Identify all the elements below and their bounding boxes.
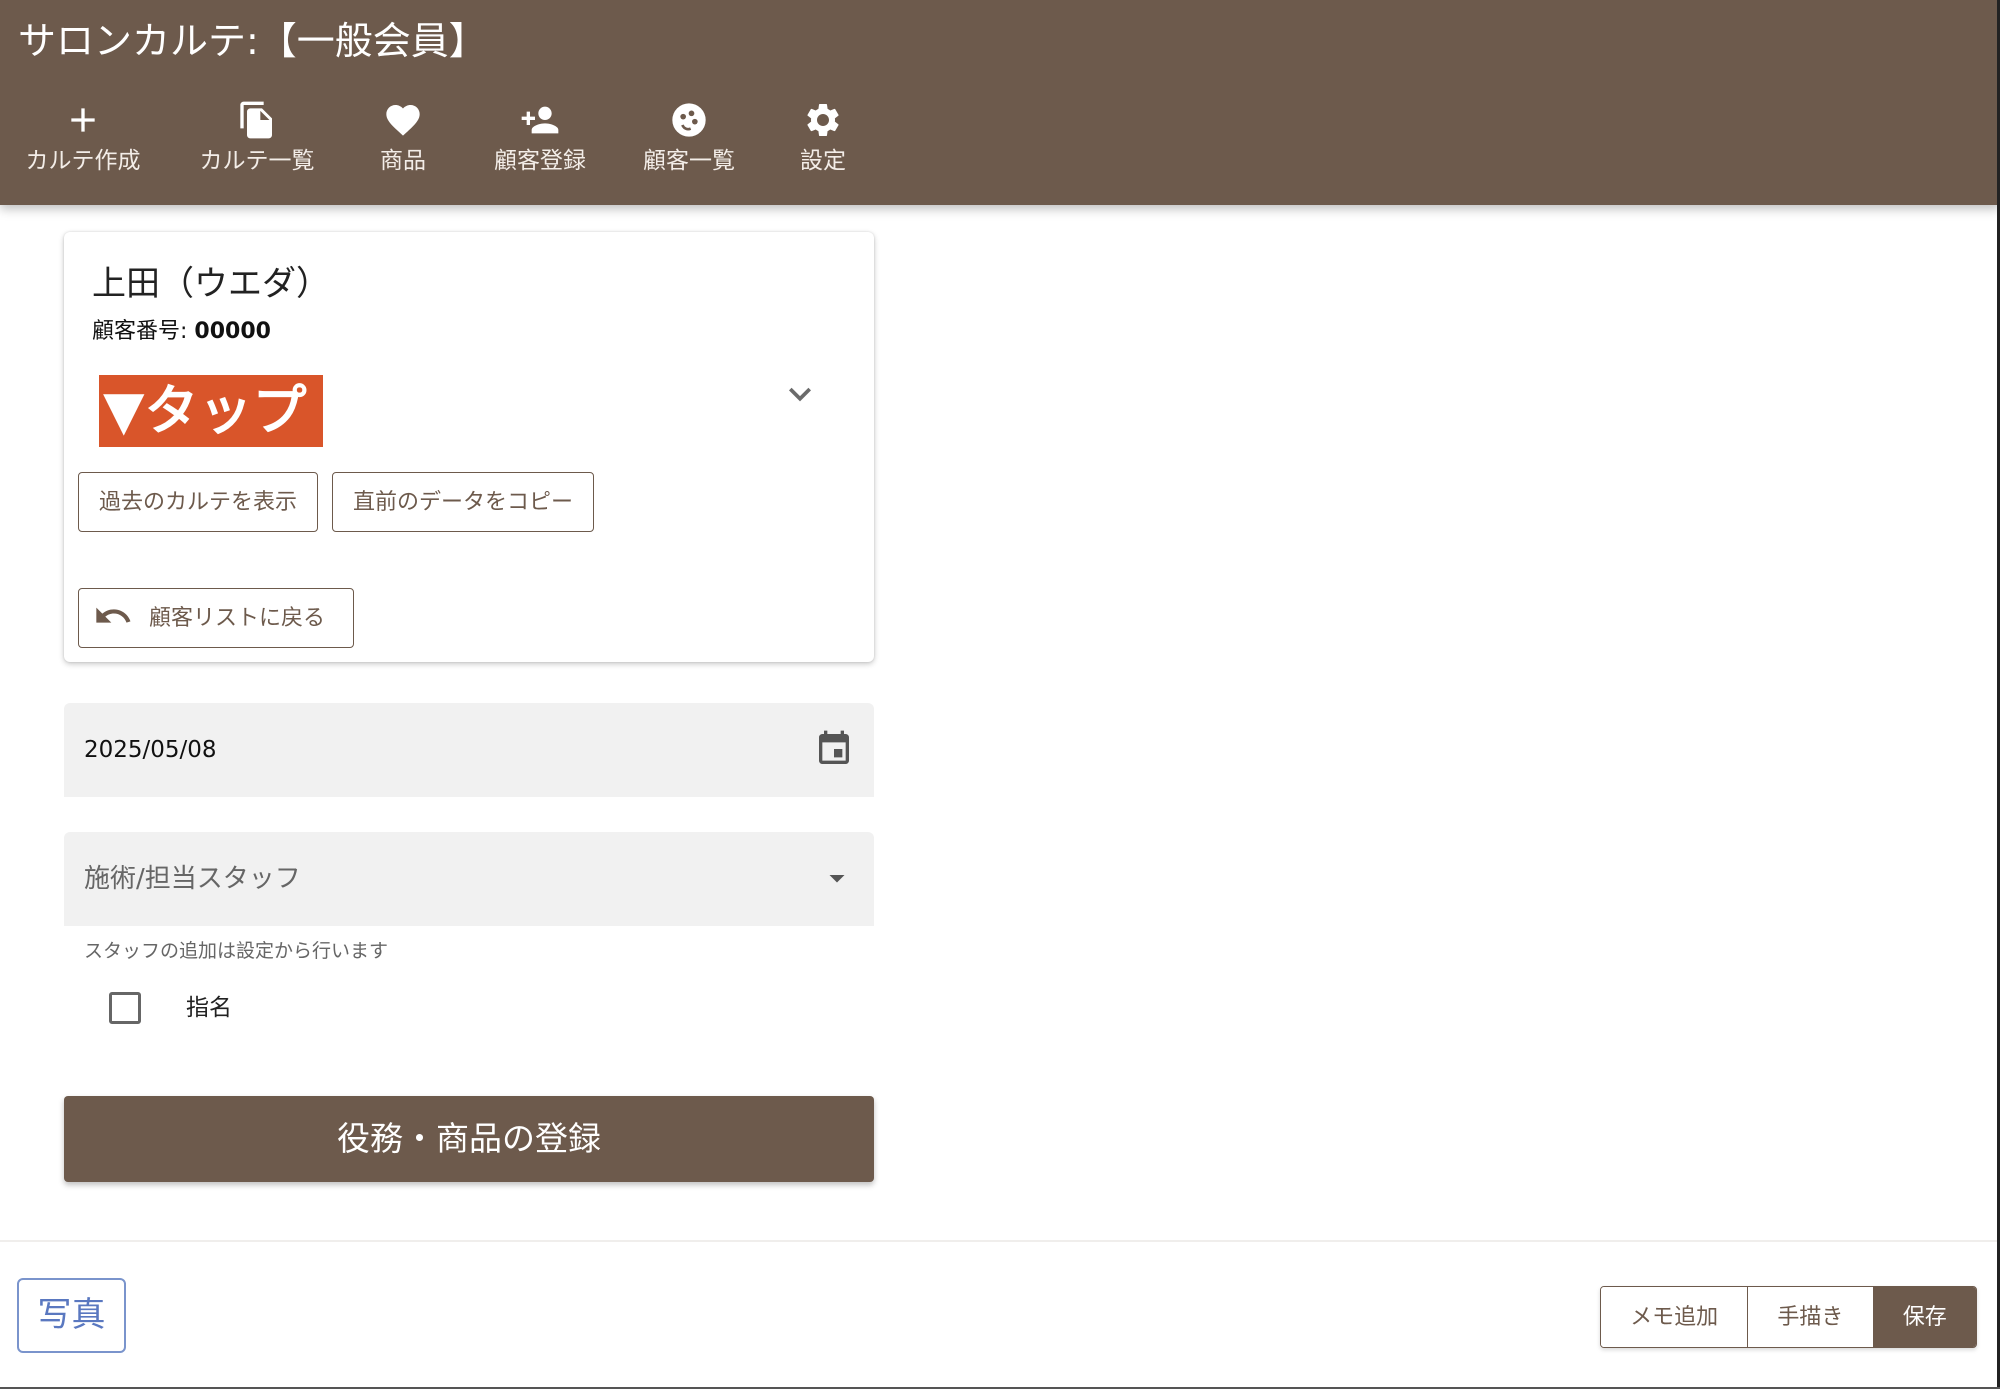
customer-name: 上田（ウエダ） [92, 264, 330, 304]
calendar-icon[interactable] [814, 729, 854, 769]
customer-number: 顧客番号: 00000 [92, 316, 271, 348]
copy-icon [240, 101, 272, 139]
nav-label: 商品 [380, 148, 426, 174]
copy-previous-data-button[interactable]: 直前のデータをコピー [332, 472, 594, 532]
staff-select-placeholder: 施術/担当スタッフ [84, 864, 301, 894]
app-title: サロンカルテ:【一般会員】 [18, 19, 487, 63]
register-service-product-button[interactable]: 役務・商品の登録 [64, 1096, 874, 1182]
tap-hint-badge: ▼タップ [99, 375, 323, 447]
nav-karte-list[interactable]: カルテ一覧 [196, 100, 318, 190]
bottom-toolbar: 写真 メモ追加 手描き 保存 [0, 1240, 2000, 1389]
show-past-karte-button[interactable]: 過去のカルテを表示 [78, 472, 318, 532]
nav-label: カルテ作成 [25, 148, 141, 174]
add-memo-button[interactable]: メモ追加 [1601, 1287, 1749, 1347]
customer-card: 上田（ウエダ） 顧客番号: 00000 ▼タップ 過去のカルテを表示 直前のデー… [64, 232, 874, 662]
date-field[interactable]: 2025/05/08 [64, 703, 874, 797]
handwriting-button[interactable]: 手描き [1748, 1287, 1874, 1347]
action-button-group: メモ追加 手描き 保存 [1600, 1286, 1977, 1348]
nav-products[interactable]: 商品 [363, 100, 443, 190]
staff-select[interactable]: 施術/担当スタッフ [64, 832, 874, 926]
plus-icon [71, 108, 95, 132]
nav-label: 設定 [800, 148, 846, 174]
undo-icon [96, 607, 131, 623]
back-button-label: 顧客リストに戻る [149, 605, 326, 631]
dropdown-arrow-icon [829, 875, 845, 883]
save-button[interactable]: 保存 [1873, 1287, 1976, 1347]
nav-label: カルテ一覧 [199, 148, 315, 174]
app-bar: サロンカルテ:【一般会員】 カルテ作成 カルテ一覧 商品 顧客登録 顧客一覧 設… [0, 0, 2000, 205]
nav-create-karte[interactable]: カルテ作成 [22, 100, 144, 190]
nomination-checkbox[interactable] [109, 992, 141, 1024]
heart-icon [386, 105, 420, 136]
nav-settings[interactable]: 設定 [783, 100, 863, 190]
customer-number-value: 00000 [194, 319, 271, 344]
person-add-icon [521, 106, 559, 134]
nav-customer-list[interactable]: 顧客一覧 [639, 100, 739, 190]
nav-label: 顧客一覧 [643, 148, 735, 174]
nav-customer-register[interactable]: 顧客登録 [490, 100, 590, 190]
main-nav: カルテ作成 カルテ一覧 商品 顧客登録 顧客一覧 設定 [0, 100, 1000, 190]
nomination-label: 指名 [186, 995, 232, 1021]
staff-helper-text: スタッフの追加は設定から行います [84, 940, 389, 962]
date-value: 2025/05/08 [84, 737, 217, 763]
face-icon [672, 103, 706, 137]
customer-number-label: 顧客番号: [92, 319, 188, 344]
nav-label: 顧客登録 [494, 148, 586, 174]
chevron-down-icon [789, 387, 811, 402]
back-to-customer-list-button[interactable]: 顧客リストに戻る [78, 588, 354, 648]
photo-button[interactable]: 写真 [17, 1278, 126, 1353]
gear-icon [807, 103, 839, 136]
expand-card-button[interactable] [778, 372, 822, 416]
